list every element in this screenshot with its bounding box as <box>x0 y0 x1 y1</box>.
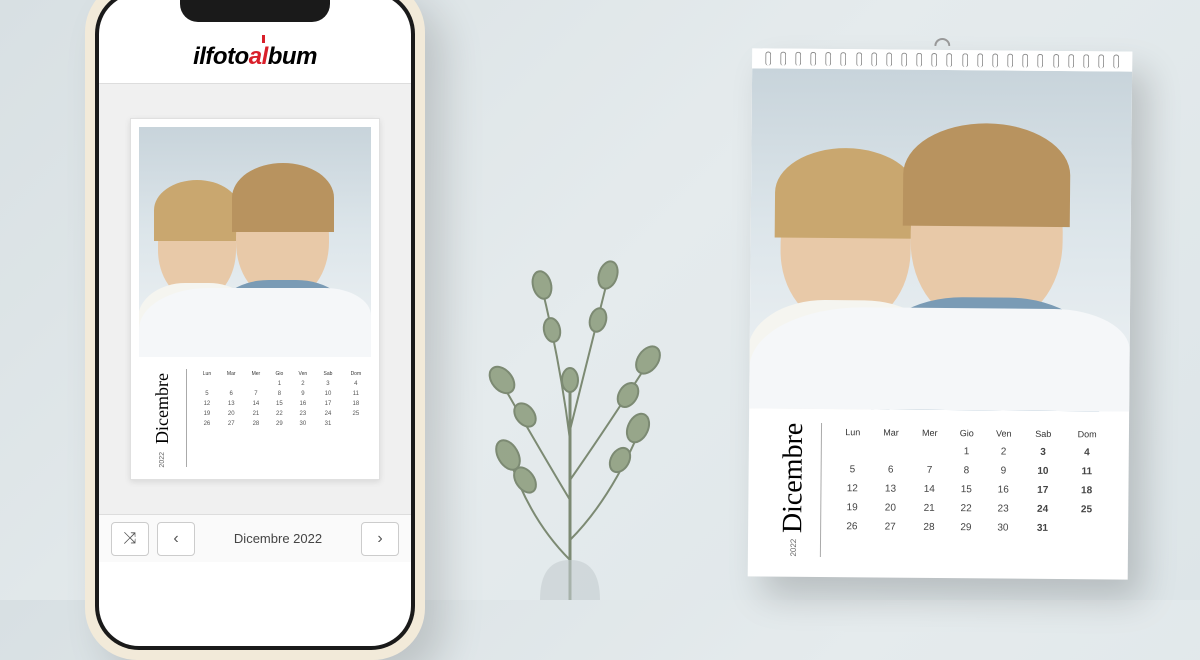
current-month-label: Dicembre 2022 <box>203 522 353 556</box>
wall-calendar-product: Dicembre 2022 LunMarMerGioVenSabDom12345… <box>748 48 1133 579</box>
editor-toolbar: ⤨ ‹ Dicembre 2022 › <box>99 514 411 562</box>
wall-calendar-photo <box>749 68 1132 411</box>
preview-year: 2022 <box>159 452 166 468</box>
editor-canvas[interactable]: Dicembre 2022 LunMarMerGioVenSabDom12345… <box>99 84 411 514</box>
preview-mini-grid: LunMarMerGioVenSabDom1234567891011121314… <box>195 369 371 468</box>
calendar-page-preview[interactable]: Dicembre 2022 LunMarMerGioVenSabDom12345… <box>130 118 380 481</box>
phone-mockup: ilfotoalbum Dicembre 2 <box>85 0 425 660</box>
plant-decoration <box>430 180 710 600</box>
chevron-right-icon: › <box>377 530 382 548</box>
chevron-left-icon: ‹ <box>173 530 178 548</box>
wall-month: Dicembre <box>777 423 810 534</box>
shuffle-button[interactable]: ⤨ <box>111 522 149 556</box>
wall-calendar-grid: LunMarMerGioVenSabDom1234567891011121314… <box>833 423 1111 560</box>
preview-photo[interactable] <box>139 127 371 357</box>
prev-month-button[interactable]: ‹ <box>157 522 195 556</box>
preview-month: Dicembre <box>152 369 173 448</box>
next-month-button[interactable]: › <box>361 522 399 556</box>
phone-notch <box>180 0 330 22</box>
brand-logo: ilfotoalbum <box>193 43 317 71</box>
wall-year: 2022 <box>788 539 797 557</box>
hanger-hook-icon <box>934 38 950 46</box>
shuffle-icon: ⤨ <box>124 530 137 548</box>
